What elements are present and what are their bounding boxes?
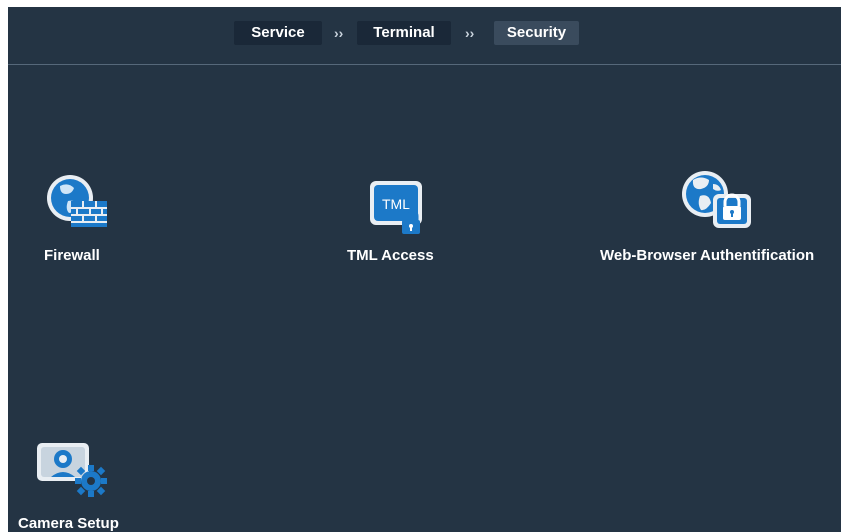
breadcrumb-security[interactable]: Security [494, 21, 579, 45]
camera-gear-icon [37, 443, 107, 497]
tile-firewall[interactable]: Firewall [28, 167, 148, 277]
tile-label: Camera Setup [18, 515, 119, 532]
breadcrumb: Service ›› Terminal ›› Security [8, 7, 841, 65]
tile-web-browser-authentification[interactable]: Web-Browser Authentification [593, 164, 841, 274]
breadcrumb-separator: ›› [334, 25, 344, 41]
tile-camera-setup[interactable]: Camera Setup [13, 437, 143, 532]
tile-tml-access[interactable]: TML TML Access [338, 172, 458, 282]
globe-lock-icon [682, 171, 751, 228]
tile-label: Firewall [44, 247, 100, 264]
security-panel: Service ›› Terminal ›› Security Firewall… [8, 7, 841, 532]
tml-icon-text: TML [382, 196, 410, 212]
breadcrumb-service[interactable]: Service [234, 21, 322, 45]
tile-label: TML Access [347, 247, 434, 264]
breadcrumb-separator: ›› [465, 25, 475, 41]
firewall-icon [47, 175, 107, 227]
breadcrumb-terminal[interactable]: Terminal [357, 21, 451, 45]
tml-lock-icon: TML [370, 181, 422, 234]
tile-label: Web-Browser Authentification [600, 247, 815, 264]
